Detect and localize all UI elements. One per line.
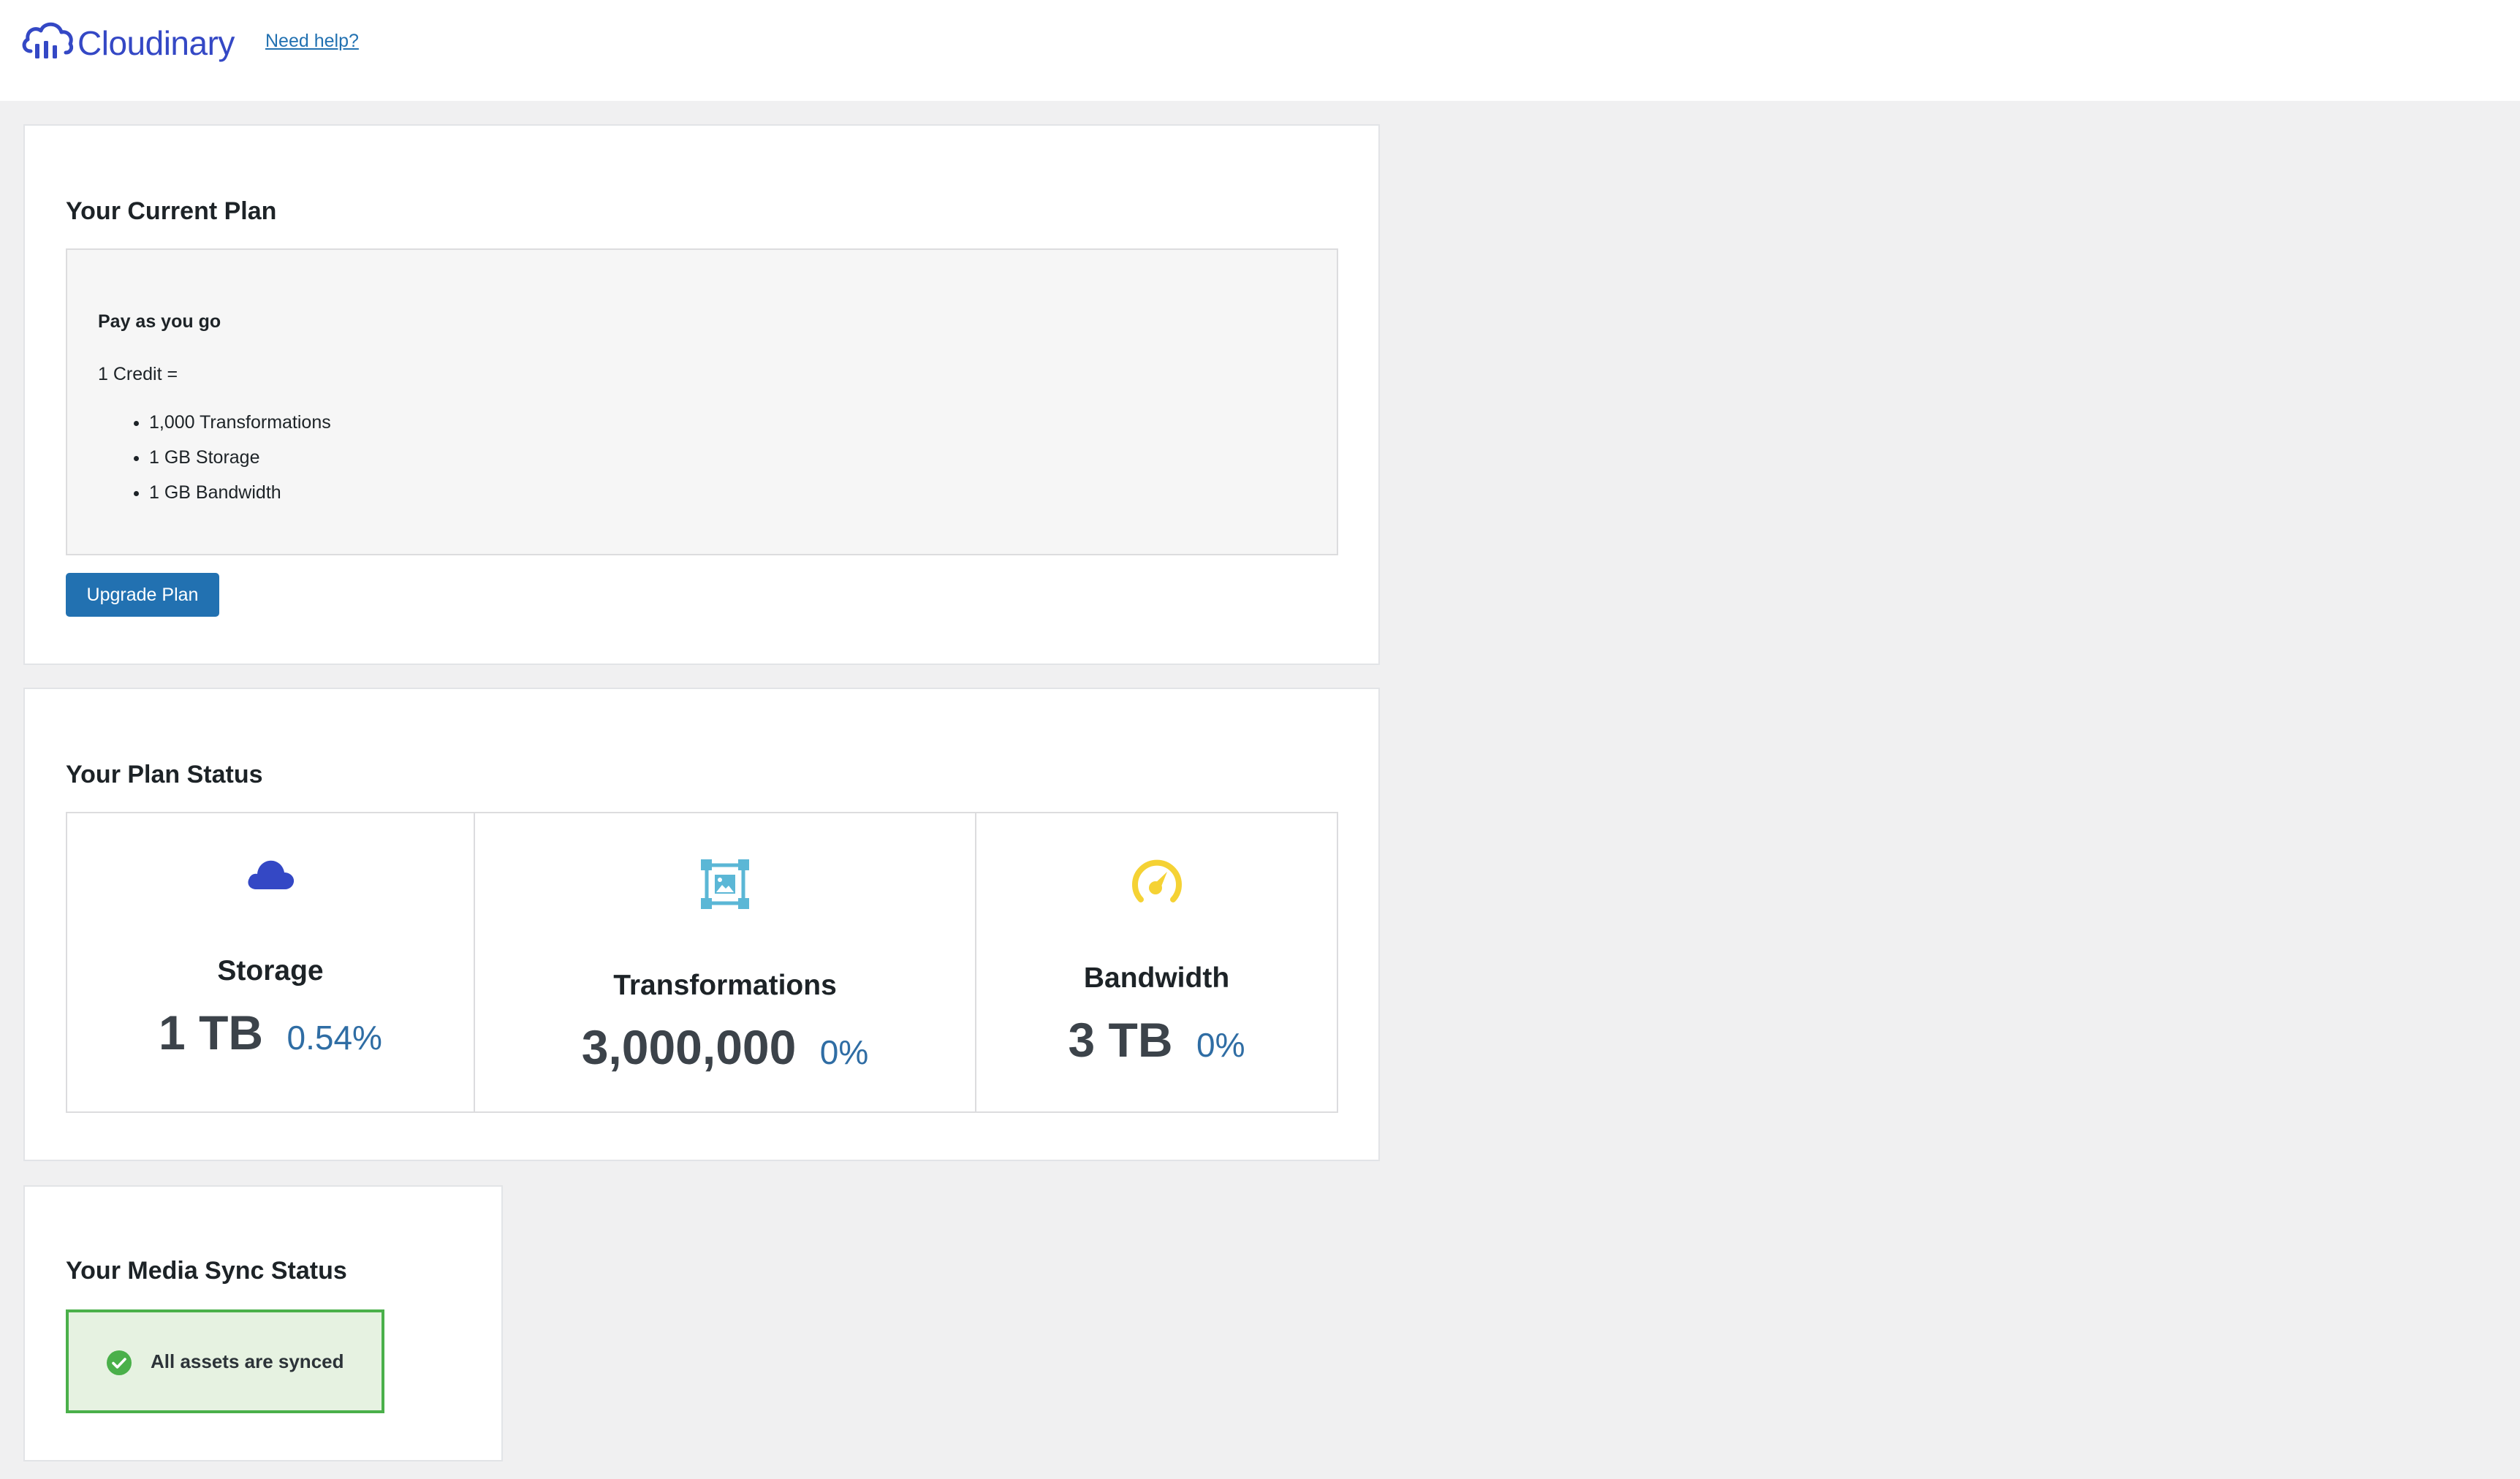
- credit-label: 1 Credit =: [98, 364, 178, 384]
- cloud-icon: [248, 860, 295, 889]
- plan-status-panel: Your Plan Status Storage 1 TB 0.54% Tran…: [23, 688, 1380, 1161]
- media-sync-panel: Your Media Sync Status All assets are sy…: [23, 1185, 503, 1461]
- sync-status-badge: All assets are synced: [66, 1309, 384, 1413]
- current-plan-panel: Your Current Plan Pay as you go 1 Credit…: [23, 124, 1380, 665]
- plan-details-box: Pay as you go 1 Credit = 1,000 Transform…: [66, 248, 1338, 555]
- bandwidth-values: 3 TB 0%: [976, 1012, 1337, 1068]
- transformations-amount: 3,000,000: [581, 1020, 797, 1074]
- storage-label: Storage: [217, 955, 324, 986]
- cloudinary-logo-icon: [22, 22, 74, 58]
- need-help-link[interactable]: Need help?: [265, 31, 359, 52]
- brand-name: Cloudinary: [77, 24, 235, 62]
- credit-item: 1,000 Transformations: [149, 405, 331, 440]
- upgrade-plan-button[interactable]: Upgrade Plan: [66, 573, 219, 617]
- brand-logo[interactable]: Cloudinary: [20, 19, 235, 61]
- transformations-label: Transformations: [613, 970, 837, 1001]
- top-header: Cloudinary Need help?: [0, 0, 2520, 101]
- bandwidth-stat: Bandwidth 3 TB 0%: [975, 813, 1337, 1111]
- media-sync-title: Your Media Sync Status: [66, 1257, 347, 1285]
- bandwidth-percent: 0%: [1196, 1026, 1245, 1064]
- credit-item: 1 GB Storage: [149, 440, 331, 475]
- speedometer-icon: [1131, 859, 1182, 902]
- transformations-values: 3,000,000 0%: [475, 1019, 975, 1075]
- image-transform-icon: [701, 859, 749, 909]
- bandwidth-label: Bandwidth: [1083, 962, 1230, 994]
- current-plan-title: Your Current Plan: [66, 197, 277, 225]
- check-circle-icon: [107, 1350, 132, 1375]
- transformations-stat: Transformations 3,000,000 0%: [474, 813, 975, 1111]
- storage-stat: Storage 1 TB 0.54%: [67, 813, 474, 1111]
- plan-status-title: Your Plan Status: [66, 761, 263, 788]
- storage-values: 1 TB 0.54%: [67, 1005, 474, 1060]
- storage-percent: 0.54%: [286, 1019, 382, 1057]
- sync-status-text: All assets are synced: [151, 1350, 344, 1372]
- bandwidth-amount: 3 TB: [1068, 1013, 1173, 1067]
- credit-item: 1 GB Bandwidth: [149, 475, 331, 510]
- plan-name: Pay as you go: [98, 311, 221, 332]
- storage-amount: 1 TB: [159, 1005, 264, 1060]
- transformations-percent: 0%: [819, 1033, 869, 1071]
- plan-status-grid: Storage 1 TB 0.54% Transformations 3,000…: [66, 812, 1338, 1113]
- credit-items-list: 1,000 Transformations 1 GB Storage 1 GB …: [124, 405, 331, 510]
